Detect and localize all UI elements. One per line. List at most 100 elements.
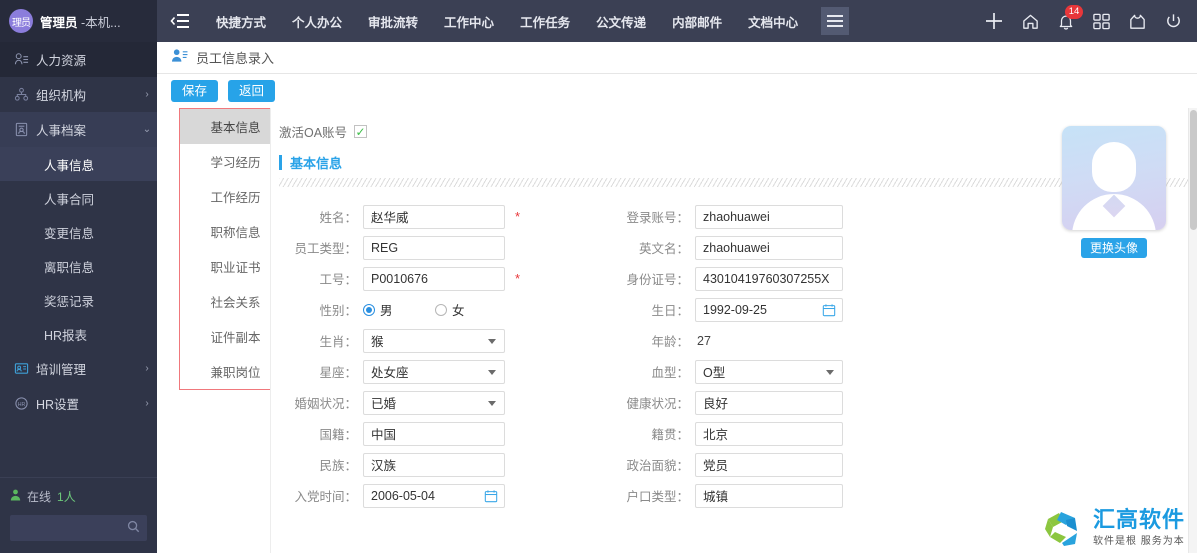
field-value: O型 [703, 366, 726, 380]
required-marker: * [515, 271, 521, 286]
field-row-id-number: 身份证号： 43010419760307255X [603, 263, 923, 294]
field-value: 党员 [703, 459, 729, 473]
field-label: 血型： [651, 366, 689, 380]
field-row-constellation: 星座： 处女座 [271, 356, 591, 387]
top-link-shortcut[interactable]: 快捷方式 [203, 12, 279, 31]
english-name-input[interactable]: zhaohuawei [695, 235, 843, 260]
top-link-doc-transfer[interactable]: 公文传递 [583, 12, 659, 31]
bell-icon[interactable]: 14 [1057, 4, 1083, 31]
calendar-icon[interactable] [822, 303, 836, 320]
top-link-internal-mail[interactable]: 内部邮件 [659, 12, 735, 31]
top-link-approval[interactable]: 审批流转 [355, 12, 431, 31]
change-avatar-button[interactable]: 更换头像 [1080, 238, 1147, 258]
save-button[interactable]: 保存 [171, 80, 219, 102]
chevron-right-icon: › [145, 89, 149, 100]
back-button[interactable]: 返回 [228, 80, 276, 102]
field-row-employee-no: 工号： P0010676 * [271, 263, 591, 294]
field-value: 处女座 [371, 366, 409, 380]
top-link-work-center[interactable]: 工作中心 [431, 12, 507, 31]
tab-column: 基本信息 学习经历 工作经历 职称信息 职业证书 社会关系 证件副本 兼职岗位 [157, 108, 292, 553]
field-label: 国籍： [319, 428, 357, 442]
form-left-column: 姓名： 赵华威 * 员工类型： REG 工号： P0010676 * 性别： 男… [271, 201, 591, 511]
list-collapse-icon[interactable] [157, 13, 203, 29]
notification-badge: 14 [1065, 4, 1083, 19]
home-icon[interactable] [1021, 12, 1040, 31]
sidebar-item-contract[interactable]: 人事合同 [0, 181, 157, 215]
power-icon[interactable] [1164, 12, 1183, 31]
apps-icon[interactable] [1092, 12, 1111, 31]
top-link-work-tasks[interactable]: 工作任务 [507, 12, 583, 31]
field-label: 婚姻状况： [294, 397, 357, 411]
employee-photo [1062, 126, 1166, 230]
chevron-down-icon [488, 369, 496, 375]
zodiac-select[interactable]: 猴 [363, 328, 505, 353]
hamburger-button[interactable] [821, 7, 850, 35]
scrollbar-thumb[interactable] [1190, 110, 1197, 230]
calendar-icon[interactable] [484, 489, 498, 506]
field-row-blood-type: 血型： O型 [603, 356, 923, 387]
form-panel: 激活OA账号 ✓ 基本信息 姓名： 赵华威 * 员工类型： REG 工号： P0… [270, 108, 1197, 553]
health-input[interactable]: 良好 [695, 390, 843, 415]
chevron-right-icon: › [145, 398, 149, 409]
sidebar-item-label: 人力资源 [36, 54, 87, 68]
field-label: 民族： [319, 459, 357, 473]
sidebar-item-change-info[interactable]: 变更信息 [0, 215, 157, 249]
field-row-zodiac: 生肖： 猴 [271, 325, 591, 356]
employee-no-input[interactable]: P0010676 [363, 266, 505, 291]
ethnicity-input[interactable]: 汉族 [363, 452, 505, 477]
chevron-down-icon [488, 400, 496, 406]
sidebar-item-training[interactable]: 培训管理 › [0, 351, 157, 386]
user-name-text: 管理员 [40, 15, 78, 30]
activate-oa-checkbox[interactable]: ✓ [354, 125, 368, 138]
search-icon[interactable] [127, 520, 140, 538]
native-place-input[interactable]: 北京 [695, 421, 843, 446]
political-status-input[interactable]: 党员 [695, 452, 843, 477]
hamburger-line [827, 25, 844, 27]
sidebar-item-personnel-file[interactable]: 人事档案 ⌄ [0, 112, 157, 147]
id-number-input[interactable]: 43010419760307255X [695, 266, 843, 291]
top-link-personal-office[interactable]: 个人办公 [279, 12, 355, 31]
vertical-scrollbar[interactable] [1188, 108, 1197, 553]
page-title: 员工信息录入 [196, 51, 275, 66]
gender-radio-male[interactable]: 男 [363, 300, 435, 319]
blood-type-select[interactable]: O型 [695, 359, 843, 384]
name-input[interactable]: 赵华威 [363, 204, 505, 229]
household-type-input[interactable]: 城镇 [695, 483, 843, 508]
login-account-input[interactable]: zhaohuawei [695, 204, 843, 229]
avatar: 理员 [9, 9, 33, 33]
online-label: 在线 [27, 490, 52, 504]
employee-type-input[interactable]: REG [363, 235, 505, 260]
chevron-right-icon: › [145, 363, 149, 374]
field-value: 1992-09-25 [703, 302, 767, 317]
sidebar-item-rewards[interactable]: 奖惩记录 [0, 283, 157, 317]
field-label: 英文名： [638, 242, 689, 256]
radio-label: 男 [380, 304, 393, 318]
add-icon[interactable] [984, 11, 1004, 31]
svg-text:HR: HR [18, 402, 26, 408]
shirt-icon[interactable] [1128, 12, 1147, 31]
sidebar-item-hr-report[interactable]: HR报表 [0, 317, 157, 351]
top-link-doc-center[interactable]: 文档中心 [735, 12, 811, 31]
user-name-suffix: -本机... [77, 15, 121, 30]
field-label: 户口类型： [626, 490, 689, 504]
user-list-icon [14, 52, 36, 67]
gender-radio-female[interactable]: 女 [435, 300, 507, 319]
field-label: 工号： [319, 273, 357, 287]
field-value: 赵华威 [371, 211, 409, 225]
party-join-date-input[interactable]: 2006-05-04 [363, 483, 505, 508]
sidebar-search-box[interactable] [10, 515, 147, 541]
logo-tagline: 软件是根 服务为本 [1092, 535, 1185, 547]
sidebar-item-resignation[interactable]: 离职信息 [0, 249, 157, 283]
field-label: 身份证号： [626, 273, 689, 287]
sidebar-item-personnel-info[interactable]: 人事信息 [0, 147, 157, 181]
sidebar-item-label: 人事信息 [44, 158, 95, 173]
constellation-select[interactable]: 处女座 [363, 359, 505, 384]
marital-status-select[interactable]: 已婚 [363, 390, 505, 415]
sidebar-user-block[interactable]: 理员 管理员 -本机... [0, 0, 157, 42]
sidebar-item-hr[interactable]: 人力资源 [0, 42, 157, 77]
nationality-input[interactable]: 中国 [363, 421, 505, 446]
sidebar-item-hr-settings[interactable]: HR HR设置 › [0, 386, 157, 421]
org-tree-icon [14, 87, 36, 102]
birthday-input[interactable]: 1992-09-25 [695, 297, 843, 322]
sidebar-item-org[interactable]: 组织机构 › [0, 77, 157, 112]
